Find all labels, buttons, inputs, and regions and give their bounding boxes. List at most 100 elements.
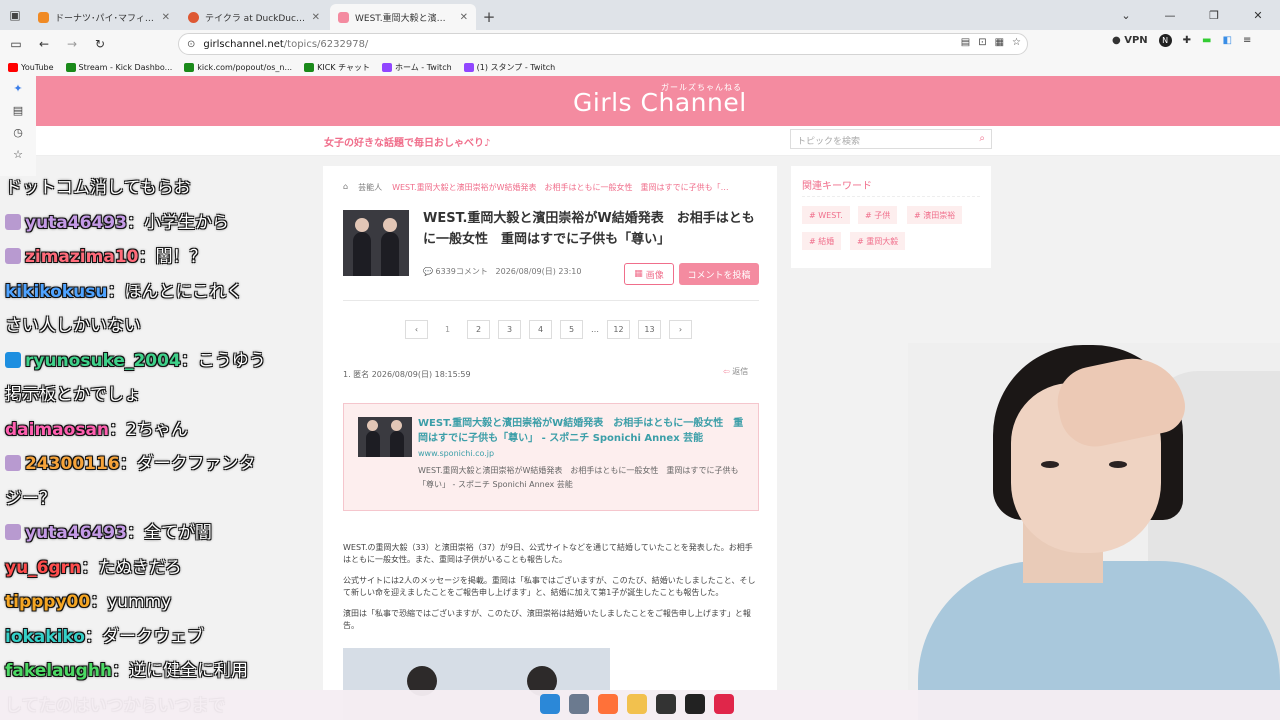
battery-icon[interactable]: ▬ (1202, 35, 1211, 46)
topic-main: ⌂ 芸能人 WEST.重岡大毅と濱田崇裕がW結婚発表 お相手はともに一般女性 重… (323, 166, 777, 720)
page-3[interactable]: 3 (498, 320, 521, 339)
keyword-tag[interactable]: # 結婚 (802, 232, 842, 250)
tab-actions-icon[interactable]: ▣ (0, 0, 30, 30)
keyword-tag[interactable]: # 重岡大毅 (850, 232, 906, 250)
chat-message: iokakiko：ダークウェブ (5, 622, 204, 652)
source-title[interactable]: WEST.重岡大毅と濱田崇裕がW結婚発表 お相手はともに一般女性 重岡はすでに子… (418, 416, 748, 446)
file-explorer-icon[interactable] (627, 694, 647, 714)
history-icon[interactable]: ◷ (13, 126, 23, 139)
site-info-icon[interactable]: ⊙ (187, 39, 195, 50)
bookmark-kick-dashboard[interactable]: Stream - Kick Dashbo... (65, 62, 172, 72)
pagination: ‹ 1 2 3 4 5 … 12 13 › (405, 320, 692, 339)
translate-icon[interactable]: ▦ (995, 37, 1004, 48)
chat-username: iokakiko (5, 626, 85, 647)
chat-message: tipppy00：yummy (5, 587, 171, 617)
source-link-card[interactable]: WEST.重岡大毅と濱田崇裕がW結婚発表 お相手はともに一般女性 重岡はすでに子… (343, 403, 759, 511)
bookmark-youtube[interactable]: YouTube (8, 62, 54, 72)
source-description: WEST.重岡大毅と濱田崇裕がW結婚発表 お相手はともに一般女性 重岡はすでに子… (418, 466, 739, 489)
chat-text: ：闇！？ (138, 247, 207, 267)
tab-duckduckgo[interactable]: テイクラ at DuckDuckGo ✕ (180, 4, 328, 30)
tab-mister-donut[interactable]: ドーナツ･パイ･マフィン｜メニュー｜ミ ✕ (30, 4, 178, 30)
extension-blue-icon[interactable]: ◧ (1223, 35, 1232, 46)
profile-avatar[interactable]: N (1158, 34, 1172, 47)
chat-message: 24300116：ダークファンタ (5, 449, 256, 479)
reader-view-icon[interactable]: ▤ (961, 37, 970, 48)
extensions-icon[interactable]: ✚ (1183, 35, 1191, 46)
search-icon[interactable]: ⌕ (979, 133, 985, 144)
page-ellipsis: … (591, 325, 599, 334)
firefox-icon[interactable] (598, 694, 618, 714)
keyword-tag[interactable]: # 子供 (858, 206, 898, 224)
keyword-tag[interactable]: # WEST. (802, 206, 850, 224)
app-icon[interactable] (656, 694, 676, 714)
divider (802, 196, 980, 197)
restore-icon[interactable]: ❐ (1192, 9, 1236, 22)
page-prev[interactable]: ‹ (405, 320, 428, 339)
topic-thumbnail[interactable] (343, 210, 409, 276)
tab-close-icon[interactable]: ✕ (312, 12, 320, 23)
chat-text: 掲示板とかでしょ (5, 385, 141, 405)
chat-message: fakelaughh：逆に健全に利用 (5, 656, 248, 686)
kick-icon (304, 62, 315, 72)
bookmark-twitch-stamp[interactable]: (1) スタンプ - Twitch (463, 62, 555, 73)
topic-search-input[interactable]: トピックを検索 ⌕ (790, 129, 992, 149)
source-host: www.sponichi.co.jp (418, 449, 495, 458)
grid-icon: ▦ (634, 269, 643, 279)
chat-text: ：小学生から (126, 212, 229, 233)
close-window-icon[interactable]: ✕ (1236, 9, 1280, 22)
page-12[interactable]: 12 (607, 320, 630, 339)
chat-username: zimazima10 (25, 247, 139, 267)
windows-start-icon[interactable] (540, 694, 560, 714)
bookmark-star-icon[interactable]: ☆ (1012, 37, 1021, 48)
page-next[interactable]: › (669, 320, 692, 339)
address-bar[interactable]: ⊙ girlschannel.net/topics/6232978/ ▤ ⊡ ▦… (178, 33, 1028, 55)
search-placeholder: トピックを検索 (797, 137, 861, 147)
screenshot-icon[interactable]: ⊡ (978, 37, 986, 48)
browser-toolbar: ▭ ← → ↻ ⊙ girlschannel.net/topics/623297… (0, 30, 1280, 58)
youtube-icon (8, 62, 18, 72)
forward-icon[interactable]: → (60, 32, 84, 56)
chat-message: さい人しかいない (5, 311, 141, 341)
new-tab-icon[interactable]: + (478, 4, 500, 30)
chat-username: fakelaughh (5, 661, 113, 681)
tab-list-chevron-icon[interactable]: ⌄ (1104, 9, 1148, 22)
tab-close-icon[interactable]: ✕ (162, 12, 170, 23)
chat-text: ：ダークファンタ (119, 454, 256, 474)
chat-username: daimaosan (5, 419, 110, 440)
page-2[interactable]: 2 (467, 320, 490, 339)
tab-girlschannel[interactable]: WEST.重岡大毅と濱田崇裕がW結 ✕ (330, 4, 476, 30)
webcam-feed (908, 343, 1280, 720)
chat-text: ジー？ (5, 488, 56, 509)
reading-list-icon[interactable]: ▤ (13, 104, 23, 117)
back-icon[interactable]: ← (32, 32, 56, 56)
post-comment-button[interactable]: コメントを投稿 (679, 263, 759, 285)
ai-sparkle-icon[interactable]: ✦ (13, 82, 22, 95)
menu-icon[interactable]: ≡ (1243, 35, 1251, 46)
page-4[interactable]: 4 (529, 320, 552, 339)
bookmark-kick-popout[interactable]: kick.com/popout/os_n... (184, 62, 292, 72)
chat-message: zimazima10：闇！？ (5, 242, 206, 272)
breadcrumb-category[interactable]: 芸能人 (358, 182, 382, 193)
reload-icon[interactable]: ↻ (88, 32, 112, 56)
keyword-tag[interactable]: # 濱田崇裕 (907, 206, 963, 224)
person-figure (366, 420, 380, 457)
app-red-icon[interactable] (714, 694, 734, 714)
paragraph: WEST.の重岡大毅（33）と濱田崇裕（37）が9日、公式サイトなどを通じて結婚… (343, 543, 753, 564)
page-13[interactable]: 13 (638, 320, 661, 339)
chat-text: ：全てが闇 (126, 523, 212, 543)
home-icon[interactable]: ⌂ (343, 182, 348, 193)
vpn-button[interactable]: ● VPN (1112, 35, 1148, 46)
bookmark-twitch-home[interactable]: ホーム - Twitch (382, 62, 452, 73)
image-button[interactable]: ▦ 画像 (624, 263, 674, 285)
minimize-icon[interactable]: — (1148, 9, 1192, 22)
bookmark-kick-chat[interactable]: KICK チャット (304, 62, 370, 73)
chat-message: 掲示板とかでしょ (5, 380, 141, 410)
tab-close-icon[interactable]: ✕ (460, 12, 468, 23)
obs-icon[interactable] (685, 694, 705, 714)
settings-icon[interactable] (569, 694, 589, 714)
url-host: girlschannel.net (203, 38, 284, 50)
page-5[interactable]: 5 (560, 320, 583, 339)
sidebar-toggle-icon[interactable]: ▭ (4, 32, 28, 56)
chat-username: yu_6grn (5, 557, 82, 578)
reply-button[interactable]: ⇦ 返信 (723, 366, 748, 377)
